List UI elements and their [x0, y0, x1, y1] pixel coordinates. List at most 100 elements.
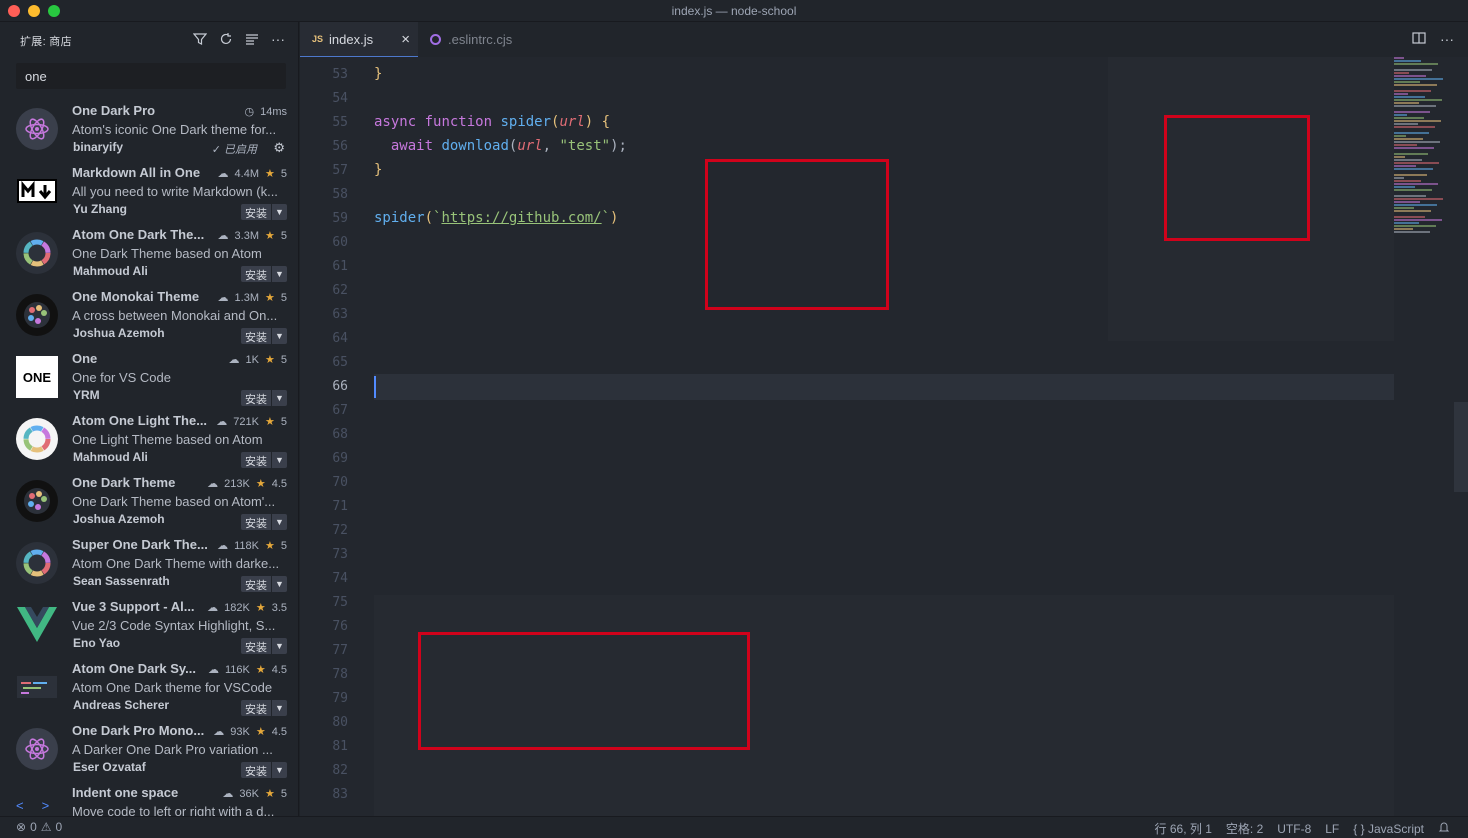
extension-name: Indent one space [72, 785, 179, 800]
more-actions-icon[interactable]: ··· [269, 30, 287, 48]
palette-icon [16, 480, 58, 522]
minimap[interactable] [1394, 57, 1454, 267]
extension-list-item[interactable]: One Dark Pro Mono... ☁ 93K ★ 4.5 A Darker O… [0, 718, 298, 780]
encoding[interactable]: UTF-8 [1277, 822, 1311, 836]
text-cursor [374, 376, 376, 398]
markdown-icon [16, 170, 58, 212]
chevron-right-icon[interactable]: > [42, 798, 50, 813]
error-icon: ⊗ [16, 820, 27, 834]
minimap-line [1394, 168, 1433, 170]
extension-search-input[interactable]: one [16, 63, 286, 89]
rating: 5 [280, 415, 287, 428]
atom-icon [16, 108, 58, 150]
download-count: 721K [233, 415, 259, 428]
chevron-down-icon[interactable]: ▼ [272, 762, 287, 778]
atom-icon [16, 728, 58, 770]
extension-author: binaryify [73, 140, 124, 154]
install-button[interactable]: 安装 [241, 762, 271, 778]
install-button[interactable]: 安装 [241, 638, 271, 654]
eslint-file-icon [430, 34, 441, 45]
install-button[interactable]: 安装 [241, 514, 271, 530]
rating: 4.5 [271, 663, 287, 676]
chevron-down-icon[interactable]: ▼ [272, 390, 287, 406]
extension-list-item[interactable]: Markdown All in One ☁ 4.4M ★ 5 All you need… [0, 160, 298, 222]
code-editor[interactable]: 53 54 55 56 57 58 59 60 61 62 63 64 65 66 67 68 69 70 71 72… [300, 57, 1468, 816]
vue-icon [16, 604, 58, 646]
extension-list-item[interactable]: One Monokai Theme ☁ 1.3M ★ 5 A cross betwee… [0, 284, 298, 346]
notification-bell-icon[interactable] [1438, 821, 1450, 836]
chevron-down-icon[interactable]: ▼ [272, 204, 287, 220]
extensions-sidebar: 扩展: 商店 ··· one One Dark Pro ◷ 14ms Atom's… [0, 22, 299, 816]
download-count: 4.4M [234, 167, 259, 180]
minimap-line [1394, 147, 1434, 149]
extension-list-item[interactable]: One Dark Pro ◷ 14ms Atom's iconic One Dar… [0, 98, 298, 160]
refresh-icon[interactable] [217, 30, 235, 48]
close-tab-icon[interactable]: × [401, 31, 410, 48]
extension-stats: ☁ 4.4M ★ 5 [218, 167, 287, 181]
extension-author: Andreas Scherer [73, 698, 170, 712]
extension-author: Yu Zhang [73, 202, 127, 216]
more-actions-icon[interactable]: ··· [1440, 31, 1454, 48]
gear-icon[interactable]: ⚙ [273, 140, 285, 156]
install-button[interactable]: 安装 [241, 266, 271, 282]
chevron-down-icon[interactable]: ▼ [272, 452, 287, 468]
filter-icon[interactable] [191, 30, 209, 48]
minimap-line [1394, 60, 1421, 62]
download-count: 36K [239, 787, 259, 800]
extension-list-item[interactable]: One Dark Theme ☁ 213K ★ 4.5 One Dark Theme … [0, 470, 298, 532]
extension-name: Atom One Dark The... [72, 227, 205, 242]
rating: 4.5 [271, 725, 287, 738]
extension-list: One Dark Pro ◷ 14ms Atom's iconic One Dar… [0, 98, 298, 816]
tab-eslintrc[interactable]: .eslintrc.cjs [418, 22, 550, 57]
extension-description: Atom's iconic One Dark theme for... [72, 122, 277, 137]
split-editor-icon[interactable] [1412, 31, 1426, 48]
install-button[interactable]: 安装 [241, 390, 271, 406]
tab-label: index.js [329, 31, 374, 47]
extension-list-item[interactable]: ONE One ☁ 1K ★ 5 One for VS Code YRM 安装 ▼ [0, 346, 298, 408]
extension-list-item[interactable]: Vue 3 Support - Al... ☁ 182K ★ 3.5 Vue 2/3 … [0, 594, 298, 656]
star-icon: ★ [265, 230, 275, 242]
line-number: 57 [332, 163, 348, 178]
extension-list-item[interactable]: Atom One Dark Sy... ☁ 116K ★ 4.5 Atom One D… [0, 656, 298, 718]
download-count: 116K [224, 663, 250, 676]
extension-list-item[interactable]: Super One Dark The... ☁ 118K ★ 5 Atom One D… [0, 532, 298, 594]
tab-index-js[interactable]: JS index.js × [300, 22, 418, 57]
chevron-down-icon[interactable]: ▼ [272, 266, 287, 282]
chevron-left-icon[interactable]: < [16, 798, 24, 813]
language-mode[interactable]: { } JavaScript [1353, 822, 1424, 836]
star-icon: ★ [265, 416, 275, 428]
install-button[interactable]: 安装 [241, 328, 271, 344]
chevron-down-icon[interactable]: ▼ [272, 638, 287, 654]
minimap-line [1394, 72, 1409, 74]
clear-list-icon[interactable] [243, 30, 261, 48]
chevron-down-icon[interactable]: ▼ [272, 328, 287, 344]
line-ending[interactable]: LF [1325, 822, 1339, 836]
chevron-down-icon[interactable]: ▼ [272, 700, 287, 716]
star-icon: ★ [255, 602, 266, 614]
code-line: async function spider(url) { [374, 114, 611, 130]
chevron-down-icon[interactable]: ▼ [272, 576, 287, 592]
cursor-position[interactable]: 行 66, 列 1 [1155, 820, 1212, 837]
line-number: 80 [332, 715, 348, 730]
extension-list-item[interactable]: Atom One Light The... ☁ 721K ★ 5 One Light … [0, 408, 298, 470]
download-count: 213K [224, 477, 250, 490]
star-icon: ★ [255, 664, 266, 676]
indentation[interactable]: 空格: 2 [1226, 820, 1263, 837]
line-number: 55 [332, 115, 348, 130]
install-button[interactable]: 安装 [241, 452, 271, 468]
problems-indicator[interactable]: ⊗ 0 ⚠ 0 [16, 820, 62, 834]
install-button[interactable]: 安装 [241, 204, 271, 220]
install-button[interactable]: 安装 [241, 700, 271, 716]
url-link[interactable]: https://github.com/ [441, 210, 601, 226]
rating: 5 [280, 229, 287, 242]
chevron-down-icon[interactable]: ▼ [272, 514, 287, 530]
line-number: 53 [332, 67, 348, 82]
line-number: 75 [332, 595, 348, 610]
install-button[interactable]: 安装 [241, 576, 271, 592]
extension-list-item[interactable]: Atom One Dark The... ☁ 3.3M ★ 5 One Dark Th… [0, 222, 298, 284]
line-number-gutter: 53 54 55 56 57 58 59 60 61 62 63 64 65 66 67 68 69 70 71 72… [300, 57, 360, 816]
line-number: 62 [332, 283, 348, 298]
line-number: 74 [332, 571, 348, 586]
line-number: 68 [332, 427, 348, 442]
vertical-scrollbar[interactable] [1454, 402, 1468, 492]
